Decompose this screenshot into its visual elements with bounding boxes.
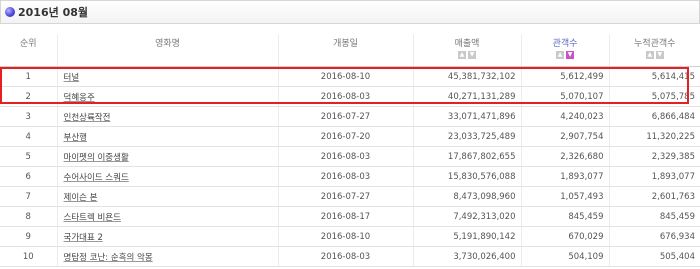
release-date-cell: 2016-08-03	[277, 246, 413, 267]
sales-cell: 8,473,098,960	[412, 186, 521, 207]
cumulative-cell: 2,329,385	[608, 146, 700, 167]
movie-title-link[interactable]: 명탐정 코난: 순흑의 악몽	[56, 246, 278, 267]
sales-cell: 33,071,471,896	[412, 106, 521, 127]
table-row: 7 제이슨 본 2016-07-27 8,473,098,960 1,057,493 2,…	[0, 186, 700, 207]
cumulative-cell: 6,866,484	[608, 106, 700, 127]
cumulative-cell: 11,320,225	[608, 126, 700, 147]
cumulative-cell: 845,459	[608, 206, 700, 227]
sales-cell: 40,271,131,289	[412, 86, 521, 107]
release-date-cell: 2016-07-20	[277, 126, 413, 147]
col-release-header: 개봉일	[277, 34, 413, 67]
sort-desc-button[interactable]: ▼	[655, 51, 664, 59]
table-row: 1 터널 2016-08-10 45,381,732,102 5,612,499 5,61…	[0, 66, 700, 87]
section-header: 2016년 08월	[0, 0, 700, 24]
sort-asc-button[interactable]: ▲	[458, 51, 466, 59]
movie-title-link[interactable]: 부산행	[56, 126, 278, 147]
rank-cell: 6	[0, 166, 57, 187]
rank-cell: 8	[0, 206, 57, 227]
movie-title-link[interactable]: 마이펫의 이중생활	[56, 146, 278, 167]
audience-cell: 2,907,754	[520, 126, 609, 147]
audience-cell: 4,240,023	[520, 106, 609, 127]
col-rank-header: 순위	[0, 34, 57, 67]
table-row: 8 스타트렉 비욘드 2016-08-17 7,492,313,020 845,459 8…	[0, 206, 700, 227]
sales-cell: 17,867,802,655	[412, 146, 521, 167]
release-date-cell: 2016-08-03	[277, 166, 413, 187]
rank-cell: 7	[0, 186, 57, 207]
sort-desc-button-active[interactable]: ▼	[566, 51, 574, 59]
sales-cell: 7,492,313,020	[412, 206, 521, 227]
movie-title-link[interactable]: 덕혜옹주	[56, 86, 278, 107]
release-date-cell: 2016-07-27	[277, 186, 413, 207]
sales-cell: 3,730,026,400	[412, 246, 521, 267]
rank-cell: 10	[0, 246, 57, 267]
col-audience-header: 관객수 ▲ ▼	[520, 34, 609, 67]
audience-cell: 1,893,077	[520, 166, 609, 187]
col-sales-header: 매출액 ▲ ▼	[412, 34, 521, 67]
sort-asc-button[interactable]: ▲	[645, 51, 654, 59]
movie-title-link[interactable]: 인천상륙작전	[56, 106, 278, 127]
movie-title-link[interactable]: 스타트렉 비욘드	[56, 206, 278, 227]
audience-cell: 2,326,680	[520, 146, 609, 167]
cumulative-cell: 676,934	[608, 226, 700, 247]
release-date-cell: 2016-08-03	[277, 86, 413, 107]
movie-title-link[interactable]: 국가대표 2	[56, 226, 278, 247]
table-row: 3 인천상륙작전 2016-07-27 33,071,471,896 4,240,023…	[0, 106, 700, 127]
table-row: 10 명탐정 코난: 순흑의 악몽 2016-08-03 3,730,026,400 5…	[0, 246, 700, 267]
cumulative-cell: 5,075,785	[608, 86, 700, 107]
col-cumulative-header: 누적관객수 ▲ ▼	[608, 34, 700, 67]
rank-cell: 2	[0, 86, 57, 107]
table-row: 4 부산행 2016-07-20 23,033,725,489 2,907,754 11,…	[0, 126, 700, 147]
release-date-cell: 2016-08-10	[277, 66, 413, 87]
audience-cell: 670,029	[520, 226, 609, 247]
audience-cell: 1,057,493	[520, 186, 609, 207]
audience-cell: 5,612,499	[520, 66, 609, 87]
audience-cell: 504,109	[520, 246, 609, 267]
rank-cell: 5	[0, 146, 57, 167]
box-office-table: 순위 영화명 개봉일 매출액 ▲ ▼ 관객수 ▲ ▼ 누적관객수 ▲ ▼ 1 터…	[0, 34, 700, 267]
movie-title-link[interactable]: 제이슨 본	[56, 186, 278, 207]
bullet-icon	[5, 7, 15, 17]
sales-cell: 45,381,732,102	[412, 66, 521, 87]
release-date-cell: 2016-07-27	[277, 106, 413, 127]
movie-title-link[interactable]: 수어사이드 스쿼드	[56, 166, 278, 187]
rank-cell: 3	[0, 106, 57, 127]
sales-cell: 15,830,576,088	[412, 166, 521, 187]
sort-desc-button[interactable]: ▼	[468, 51, 476, 59]
sales-cell: 23,033,725,489	[412, 126, 521, 147]
audience-cell: 845,459	[520, 206, 609, 227]
section-title: 2016년 08월	[18, 6, 88, 19]
cumulative-cell: 5,614,415	[608, 66, 700, 87]
sort-asc-button[interactable]: ▲	[556, 51, 564, 59]
rank-cell: 4	[0, 126, 57, 147]
rank-cell: 1	[0, 66, 57, 87]
table-row: 2 덕혜옹주 2016-08-03 40,271,131,289 5,070,107 5,…	[0, 86, 700, 107]
cumulative-cell: 2,601,763	[608, 186, 700, 207]
release-date-cell: 2016-08-17	[277, 206, 413, 227]
table-header-row: 순위 영화명 개봉일 매출액 ▲ ▼ 관객수 ▲ ▼ 누적관객수 ▲ ▼	[0, 34, 700, 67]
sales-cell: 5,191,890,142	[412, 226, 521, 247]
rank-cell: 9	[0, 226, 57, 247]
cumulative-cell: 505,404	[608, 246, 700, 267]
release-date-cell: 2016-08-10	[277, 226, 413, 247]
cumulative-cell: 1,893,077	[608, 166, 700, 187]
release-date-cell: 2016-08-03	[277, 146, 413, 167]
movie-title-link[interactable]: 터널	[56, 66, 278, 87]
audience-cell: 5,070,107	[520, 86, 609, 107]
table-row: 9 국가대표 2 2016-08-10 5,191,890,142 670,029 676…	[0, 226, 700, 247]
col-title-header: 영화명	[56, 34, 278, 67]
table-row: 5 마이펫의 이중생활 2016-08-03 17,867,802,655 2,326,…	[0, 146, 700, 167]
table-row: 6 수어사이드 스쿼드 2016-08-03 15,830,576,088 1,893,…	[0, 166, 700, 187]
